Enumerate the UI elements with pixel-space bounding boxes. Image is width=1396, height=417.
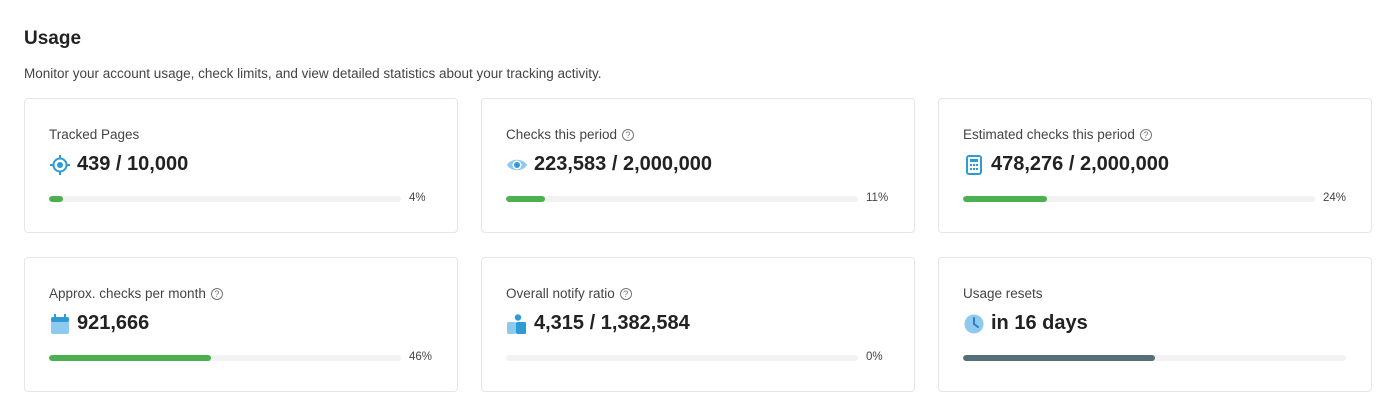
progress-fill <box>506 196 545 202</box>
progress-fill <box>49 355 211 361</box>
progress-track <box>49 196 401 202</box>
calculator-icon <box>963 154 985 176</box>
page-subtitle: Monitor your account usage, check limits… <box>24 66 602 81</box>
card-value-text: 478,276 / 2,000,000 <box>991 153 1169 175</box>
card-label-text: Checks this period <box>506 127 618 142</box>
card-value-text: in 16 days <box>991 312 1088 334</box>
card-label-text: Tracked Pages <box>49 127 140 142</box>
usage-resets-card: Usage resets in 16 days <box>938 257 1372 392</box>
card-label-text: Usage resets <box>963 286 1043 301</box>
progress-track <box>506 196 858 202</box>
help-icon[interactable]: ? <box>210 287 223 300</box>
overall-notify-ratio-card: Overall notify ratio ? 4,315 / 1,382,584… <box>481 257 915 392</box>
progress-fill <box>963 196 1048 202</box>
approx-checks-per-month-card: Approx. checks per month ? 921,666 46% <box>24 257 458 392</box>
progress-fill <box>963 355 1155 361</box>
progress-fill <box>49 196 64 202</box>
card-value-text: 439 / 10,000 <box>77 153 189 175</box>
card-value: 4,315 / 1,382,584 <box>506 312 690 335</box>
card-label-text: Overall notify ratio <box>506 286 615 301</box>
card-label: Approx. checks per month ? <box>49 286 223 301</box>
percent-label: 0% <box>866 351 883 363</box>
percent-label: 4% <box>409 192 426 204</box>
card-label: Tracked Pages <box>49 127 139 142</box>
card-value: 478,276 / 2,000,000 <box>963 153 1169 176</box>
card-value-text: 223,583 / 2,000,000 <box>534 153 712 175</box>
help-icon[interactable]: ? <box>1139 128 1152 141</box>
estimated-checks-card: Estimated checks this period ? 478,276 /… <box>938 98 1372 233</box>
card-label-text: Estimated checks this period <box>963 127 1135 142</box>
card-value: 921,666 <box>49 312 149 335</box>
percent-label: 11% <box>866 192 889 204</box>
card-label: Checks this period ? <box>506 127 635 142</box>
percent-label: 24% <box>1323 192 1347 204</box>
page-title: Usage <box>24 28 82 49</box>
eye-icon <box>506 154 528 176</box>
card-label: Estimated checks this period ? <box>963 127 1152 142</box>
target-icon <box>49 154 71 176</box>
usage-cards-grid: Tracked Pages 439 / 10,000 4% Checks thi… <box>24 98 1372 392</box>
card-value: 439 / 10,000 <box>49 153 188 176</box>
card-value: in 16 days <box>963 312 1088 335</box>
notify-person-icon <box>506 313 528 335</box>
help-icon[interactable]: ? <box>619 287 632 300</box>
clock-icon <box>963 313 985 335</box>
progress-track <box>49 355 401 361</box>
percent-label: 46% <box>409 351 433 363</box>
card-value-text: 4,315 / 1,382,584 <box>534 312 690 334</box>
progress-track <box>963 196 1315 202</box>
card-value-text: 921,666 <box>77 312 150 334</box>
progress-track <box>963 355 1346 361</box>
card-label: Usage resets <box>963 286 1043 301</box>
progress-track <box>506 355 858 361</box>
help-icon[interactable]: ? <box>622 128 635 141</box>
checks-this-period-card: Checks this period ? 223,583 / 2,000,000… <box>481 98 915 233</box>
card-label-text: Approx. checks per month <box>49 286 206 301</box>
card-value: 223,583 / 2,000,000 <box>506 153 712 176</box>
card-label: Overall notify ratio ? <box>506 286 632 301</box>
calendar-icon <box>49 313 71 335</box>
tracked-pages-card: Tracked Pages 439 / 10,000 4% <box>24 98 458 233</box>
